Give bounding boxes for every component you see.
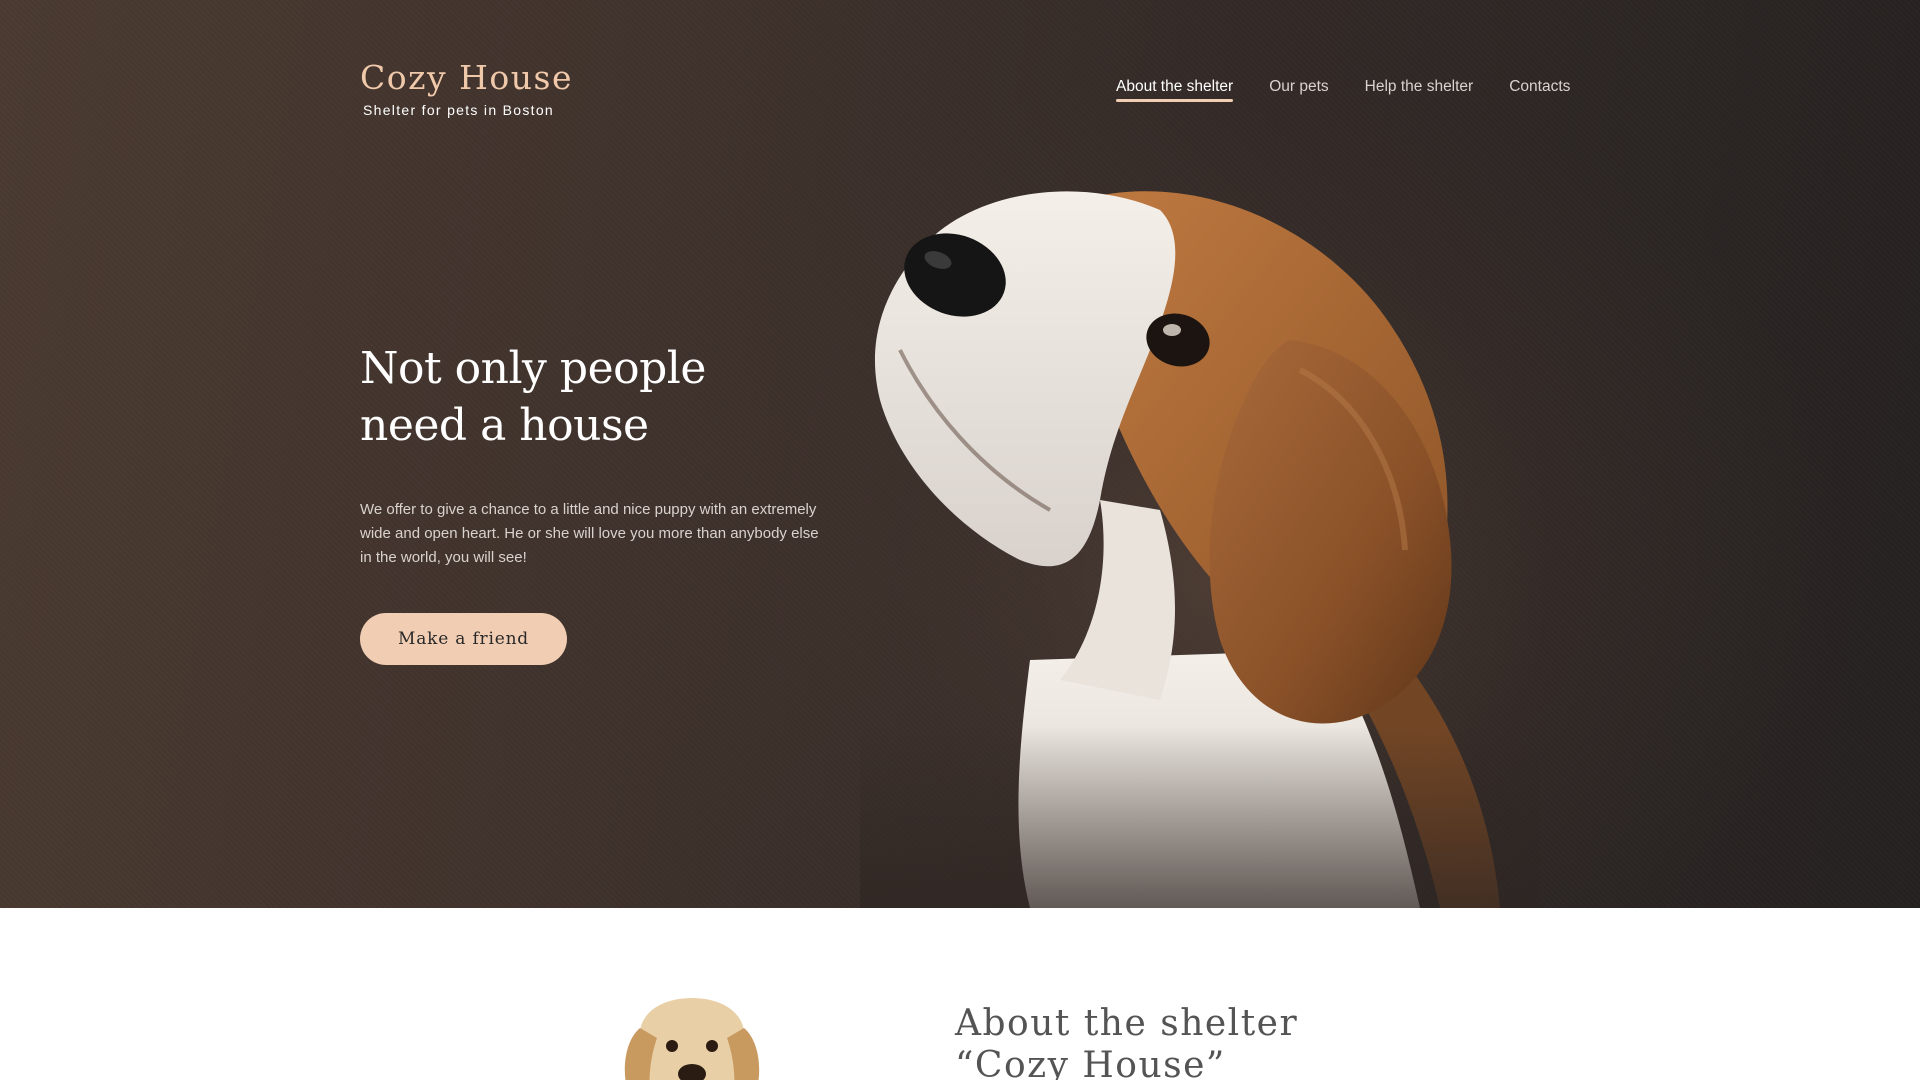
- golden-puppy-image: [612, 988, 772, 1080]
- hero-section: Cozy House Shelter for pets in Boston Ab…: [0, 0, 1920, 908]
- nav-item-help-the-shelter[interactable]: Help the shelter: [1365, 78, 1474, 102]
- logo-subtitle: Shelter for pets in Boston: [363, 102, 554, 118]
- nav-item-contacts[interactable]: Contacts: [1509, 78, 1570, 102]
- beagle-puppy-image: [860, 180, 1540, 908]
- about-section: About the shelter “Cozy House”: [0, 908, 1920, 1080]
- logo[interactable]: Cozy House Shelter for pets in Boston: [360, 58, 573, 118]
- logo-title: Cozy House: [360, 58, 573, 97]
- hero-headline-line-2: need a house: [360, 400, 649, 451]
- hero-headline-line-1: Not only people: [360, 343, 706, 394]
- about-title-line-2: “Cozy House”: [955, 1045, 1226, 1080]
- hero-headline: Not only people need a house: [360, 340, 840, 454]
- hero-lead-text: We offer to give a chance to a little an…: [360, 501, 819, 566]
- nav-item-about-the-shelter[interactable]: About the shelter: [1116, 78, 1234, 102]
- main-nav: About the shelter Our pets Help the shel…: [1116, 78, 1570, 102]
- about-title-line-1: About the shelter: [955, 1003, 1299, 1044]
- nav-item-our-pets[interactable]: Our pets: [1269, 78, 1328, 102]
- about-title: About the shelter “Cozy House”: [955, 1003, 1455, 1080]
- make-a-friend-button[interactable]: Make a friend: [360, 613, 567, 665]
